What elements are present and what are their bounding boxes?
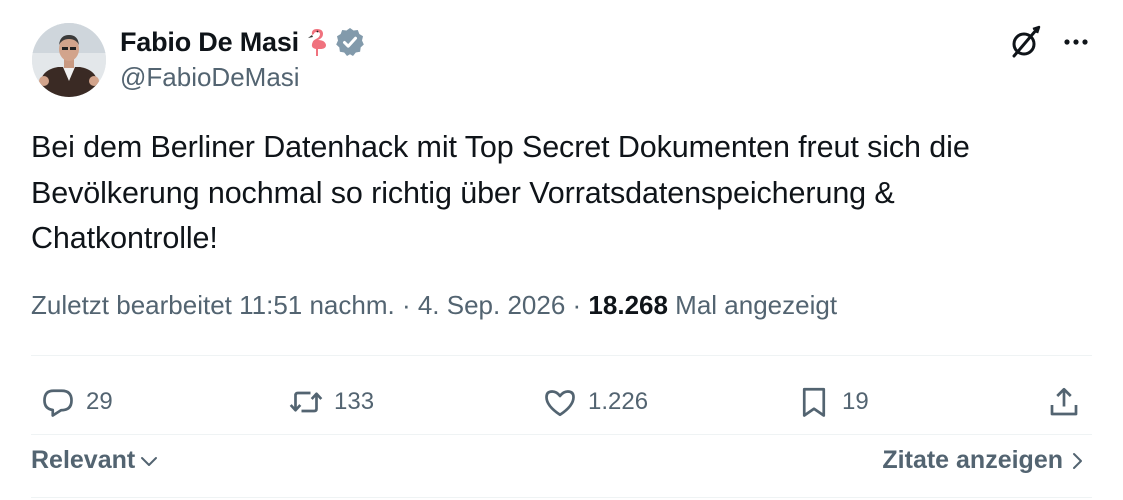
divider — [31, 497, 1092, 498]
like-button[interactable]: 1.226 — [542, 382, 648, 422]
tweet-text: Bei dem Berliner Datenhack mit Top Secre… — [31, 130, 970, 255]
verified-badge-icon[interactable] — [334, 26, 366, 58]
reply-icon — [43, 389, 73, 417]
avatar-image — [32, 23, 106, 97]
meta-separator: · — [565, 290, 589, 320]
author-name-row: Fabio De Masi — [120, 24, 366, 60]
like-count: 1.226 — [588, 388, 649, 415]
chevron-down-icon — [141, 456, 158, 466]
divider — [31, 355, 1092, 356]
retweet-count: 133 — [334, 388, 375, 415]
retweet-button[interactable]: 133 — [288, 382, 374, 422]
tweet-meta: Zuletzt bearbeitet 11:51 nachm. · 4. Sep… — [31, 290, 837, 321]
sort-dropdown[interactable]: Relevant — [31, 446, 159, 475]
reply-button[interactable]: 29 — [40, 382, 113, 422]
retweet-icon — [289, 391, 323, 413]
bookmark-count: 19 — [842, 388, 869, 415]
grok-icon[interactable] — [1006, 24, 1044, 62]
reply-count: 29 — [86, 388, 113, 415]
sort-label: Relevant — [31, 446, 136, 474]
heart-icon — [545, 390, 575, 417]
more-options-icon[interactable] — [1059, 30, 1093, 54]
share-icon — [1050, 387, 1078, 416]
author-name[interactable]: Fabio De Masi — [120, 27, 299, 58]
share-button[interactable] — [1046, 382, 1092, 422]
meta-separator: · — [394, 290, 418, 320]
view-quotes-link[interactable]: Zitate anzeigen — [882, 446, 1087, 475]
tweet-date-link[interactable]: 4. Sep. 2026 — [418, 290, 565, 320]
flamingo-icon — [305, 26, 329, 58]
bookmark-icon — [802, 387, 826, 417]
edited-time-link[interactable]: Zuletzt bearbeitet 11:51 nachm. — [31, 290, 395, 320]
avatar[interactable] — [32, 23, 106, 97]
divider — [31, 434, 1092, 435]
chevron-right-icon — [1073, 452, 1082, 469]
view-count-label: Mal angezeigt — [667, 290, 838, 320]
author-handle[interactable]: @FabioDeMasi — [120, 62, 300, 93]
view-quotes-label: Zitate anzeigen — [882, 446, 1063, 474]
bookmark-button[interactable]: 19 — [796, 382, 869, 422]
view-count: 18.268 — [588, 290, 668, 320]
